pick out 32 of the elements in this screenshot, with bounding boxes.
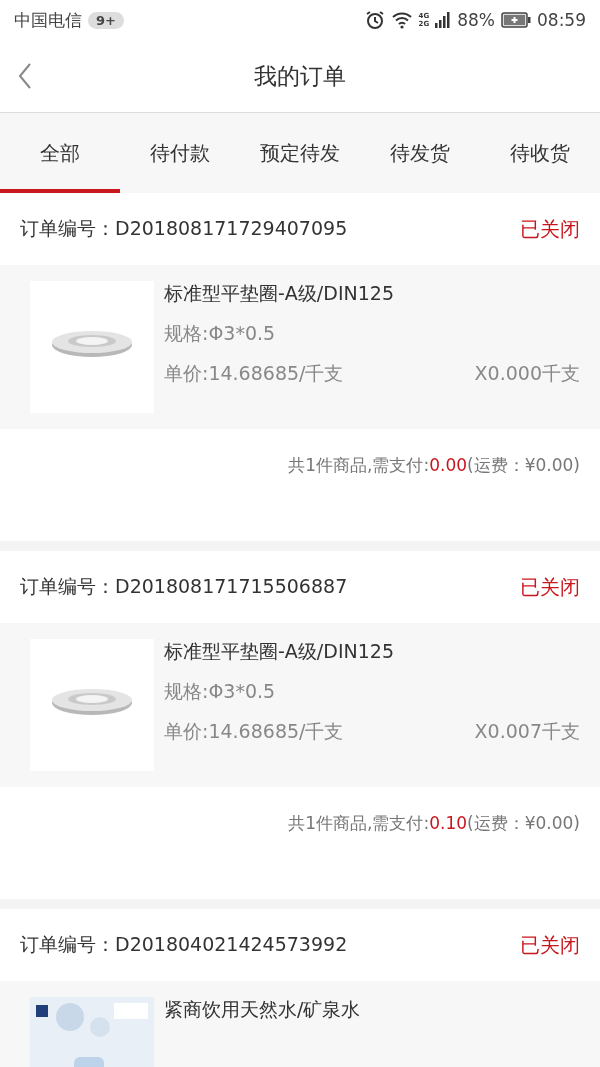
notification-badge: 9+ xyxy=(88,11,124,29)
clock: 08:59 xyxy=(537,10,586,30)
product-name: 标准型平垫圈-A级/DIN125 xyxy=(164,639,395,664)
quantity: X0.000千支 xyxy=(474,361,580,386)
order-tab[interactable]: 待发货 xyxy=(360,113,480,193)
alarm-icon xyxy=(364,10,385,30)
order-status: 已关闭 xyxy=(520,931,580,959)
battery-percent: 88% xyxy=(457,10,495,30)
battery-icon xyxy=(501,12,531,28)
product-spec: 规格:Φ3*0.5 xyxy=(164,321,277,346)
unit-price: 单价:14.68685/千支 xyxy=(164,719,344,744)
order-status: 已关闭 xyxy=(520,215,580,243)
order-summary: 共1件商品,需支付:0.10(运费：¥0.00) xyxy=(288,811,580,835)
page-title: 我的订单 xyxy=(254,61,346,91)
product-name: 紧商饮用天然水/矿泉水 xyxy=(164,997,362,1022)
order-status: 已关闭 xyxy=(520,573,580,601)
back-icon[interactable] xyxy=(18,62,32,90)
order-tab[interactable]: 待收货 xyxy=(480,113,600,193)
signal-icon xyxy=(435,12,452,28)
order-summary: 共1件商品,需支付:0.00(运费：¥0.00) xyxy=(288,453,580,477)
product-spec: 规格:Φ3*0.5 xyxy=(164,679,277,704)
product-name: 标准型平垫圈-A级/DIN125 xyxy=(164,281,395,306)
order-tab[interactable]: 预定待发 xyxy=(240,113,360,193)
order-tab[interactable]: 待付款 xyxy=(120,113,240,193)
unit-price: 单价:14.68685/千支 xyxy=(164,361,344,386)
order-number: 订单编号：D201808171729407095 xyxy=(20,216,348,241)
order-number: 订单编号：D201804021424573992 xyxy=(20,932,348,957)
carrier-name: 中国电信 xyxy=(14,8,82,32)
wifi-icon xyxy=(390,11,413,29)
order-tab[interactable]: 全部 xyxy=(0,113,120,193)
order-number: 订单编号：D201808171715506887 xyxy=(20,574,348,599)
quantity: X0.007千支 xyxy=(474,719,580,744)
